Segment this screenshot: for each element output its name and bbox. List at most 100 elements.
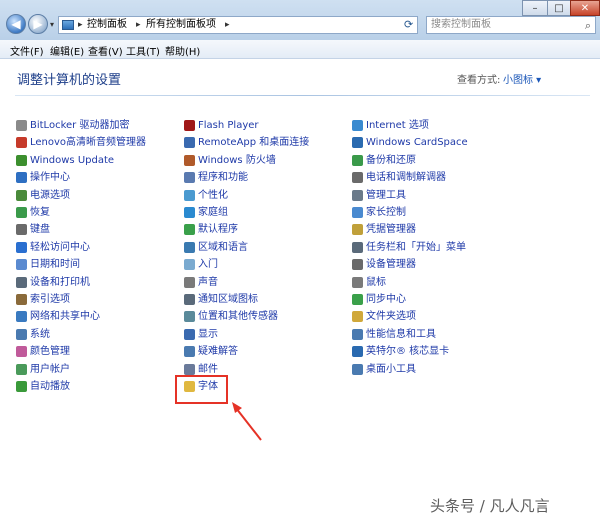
control-panel-item-label: 性能信息和工具 xyxy=(366,328,436,340)
control-panel-item-label: Internet 选项 xyxy=(366,120,429,131)
default-programs-icon xyxy=(184,224,195,236)
recovery-icon xyxy=(16,207,27,218)
control-panel-item-label: 网络和共享中心 xyxy=(30,311,100,323)
parental-controls-icon xyxy=(352,207,363,218)
control-panel-icon xyxy=(62,20,74,30)
breadcrumb-separator-icon: ▸ xyxy=(136,20,141,30)
lenovo-audio-icon xyxy=(16,137,27,149)
device-manager-icon xyxy=(352,259,363,271)
menu-file[interactable]: 文件(F) xyxy=(10,43,44,58)
control-panel-item-label: 电源选项 xyxy=(30,189,70,201)
menu-bar: 文件(F) 编辑(E) 查看(V) 工具(T) 帮助(H) xyxy=(0,40,600,59)
ease-of-access-icon xyxy=(16,241,27,253)
breadcrumb-control-panel[interactable]: 控制面板 xyxy=(87,17,127,33)
search-placeholder: 搜索控制面板 xyxy=(431,19,491,30)
refresh-icon[interactable]: ⟳ xyxy=(404,18,413,31)
fonts-highlight-box xyxy=(175,375,228,404)
personalization-icon xyxy=(184,189,195,201)
history-dropdown-icon[interactable]: ▾ xyxy=(50,20,58,29)
control-panel-item-label: 个性化 xyxy=(198,189,228,201)
phone-modem-icon xyxy=(352,172,363,184)
breadcrumb-separator-icon: ▸ xyxy=(225,20,230,30)
view-mode-dropdown[interactable]: 小图标 ▾ xyxy=(503,71,541,86)
control-panel-item-label: 程序和功能 xyxy=(198,172,248,184)
user-accounts-icon xyxy=(16,363,27,375)
credential-manager-icon xyxy=(352,224,363,236)
admin-tools-icon xyxy=(352,189,363,201)
remoteapp-icon xyxy=(184,137,195,149)
control-panel-item-label: RemoteApp 和桌面连接 xyxy=(198,137,310,149)
search-icon[interactable]: ⌕ xyxy=(585,18,591,34)
control-panel-item-label: 索引选项 xyxy=(30,294,70,305)
performance-icon xyxy=(352,328,363,340)
control-panel-item-label: 家长控制 xyxy=(366,207,406,218)
menu-help[interactable]: 帮助(H) xyxy=(165,43,200,58)
control-panel-item-label: Flash Player xyxy=(198,120,259,131)
control-panel-item-label: 键盘 xyxy=(30,224,50,236)
display-icon xyxy=(184,328,195,340)
notification-area-icon xyxy=(184,294,195,305)
control-panel-item-label: 自动播放 xyxy=(30,381,70,392)
control-panel-item-label: 家庭组 xyxy=(198,207,228,218)
header-divider xyxy=(15,95,590,96)
close-button[interactable]: ✕ xyxy=(570,0,600,16)
menu-edit[interactable]: 编辑(E) xyxy=(50,43,84,58)
control-panel-item-label: 电话和调制解调器 xyxy=(366,172,446,184)
breadcrumb-all-items[interactable]: 所有控制面板项 xyxy=(146,17,216,33)
control-panel-item-label: 操作中心 xyxy=(30,172,70,184)
control-panel-item-label: 英特尔® 核芯显卡 xyxy=(366,346,450,358)
minimize-button[interactable]: – xyxy=(522,0,548,16)
action-center-flag-icon xyxy=(16,172,27,184)
menu-tools[interactable]: 工具(T) xyxy=(126,43,160,58)
control-panel-item-label: 日期和时间 xyxy=(30,259,80,271)
keyboard-icon xyxy=(16,224,27,236)
control-panel-item-label: 桌面小工具 xyxy=(366,363,416,375)
address-bar[interactable]: ▸ 控制面板 ▸ 所有控制面板项 ▸ xyxy=(58,16,418,34)
search-input[interactable]: 搜索控制面板 ⌕ xyxy=(426,16,596,34)
watermark-text: 头条号 / 凡人凡言 xyxy=(430,497,550,515)
view-by-label: 查看方式: xyxy=(457,75,501,86)
maximize-button[interactable]: □ xyxy=(547,0,571,16)
control-panel-item-label: 用户帐户 xyxy=(30,363,70,375)
region-language-icon xyxy=(184,241,195,253)
power-options-icon xyxy=(16,189,27,201)
desktop-gadgets-icon xyxy=(352,363,363,375)
intel-graphics-icon xyxy=(352,346,363,358)
mail-icon xyxy=(184,363,195,375)
troubleshooting-icon xyxy=(184,346,195,358)
title-bar: ◀ ▶ ▾ ▸ 控制面板 ▸ 所有控制面板项 ▸ ⟳ 搜索控制面板 ⌕ – □ … xyxy=(0,0,600,40)
control-panel-item-label: 文件夹选项 xyxy=(366,311,416,323)
control-panel-item-label: 入门 xyxy=(198,259,218,271)
windows-update-icon xyxy=(16,154,27,166)
sound-icon xyxy=(184,276,195,288)
indexing-icon xyxy=(16,294,27,305)
internet-options-icon xyxy=(352,120,363,131)
sync-center-icon xyxy=(352,294,363,305)
control-panel-item-label: 轻松访问中心 xyxy=(30,241,90,253)
control-panel-item-label: 颜色管理 xyxy=(30,346,70,358)
forward-button[interactable]: ▶ xyxy=(28,14,48,34)
control-panel-item-label: 设备管理器 xyxy=(366,259,416,271)
control-panel-item-label: 显示 xyxy=(198,328,218,340)
control-panel-item-label: Windows Update xyxy=(30,154,115,166)
devices-printers-icon xyxy=(16,276,27,288)
back-button[interactable]: ◀ xyxy=(6,14,26,34)
autoplay-icon xyxy=(16,381,27,392)
network-sharing-icon xyxy=(16,311,27,323)
homegroup-icon xyxy=(184,207,195,218)
control-panel-item-label: 疑难解答 xyxy=(198,346,238,358)
control-panel-item-label: 系统 xyxy=(30,328,50,340)
control-panel-item-label: 管理工具 xyxy=(366,189,406,201)
control-panel-item-label: 位置和其他传感器 xyxy=(198,311,278,323)
menu-view[interactable]: 查看(V) xyxy=(88,43,123,58)
firewall-icon xyxy=(184,154,195,166)
control-panel-item-label: 设备和打印机 xyxy=(30,276,90,288)
control-panel-item-label: BitLocker 驱动器加密 xyxy=(30,120,130,131)
control-panel-content: 调整计算机的设置 查看方式: 小图标 ▾ BitLocker 驱动器加密 Leno… xyxy=(0,59,600,522)
control-panel-item-label: Windows CardSpace xyxy=(366,137,468,149)
control-panel-item-label: 默认程序 xyxy=(198,224,238,236)
breadcrumb-separator-icon: ▸ xyxy=(78,20,83,30)
annotation-arrow xyxy=(232,402,262,441)
flash-player-icon xyxy=(184,120,195,131)
folder-options-icon xyxy=(352,311,363,323)
